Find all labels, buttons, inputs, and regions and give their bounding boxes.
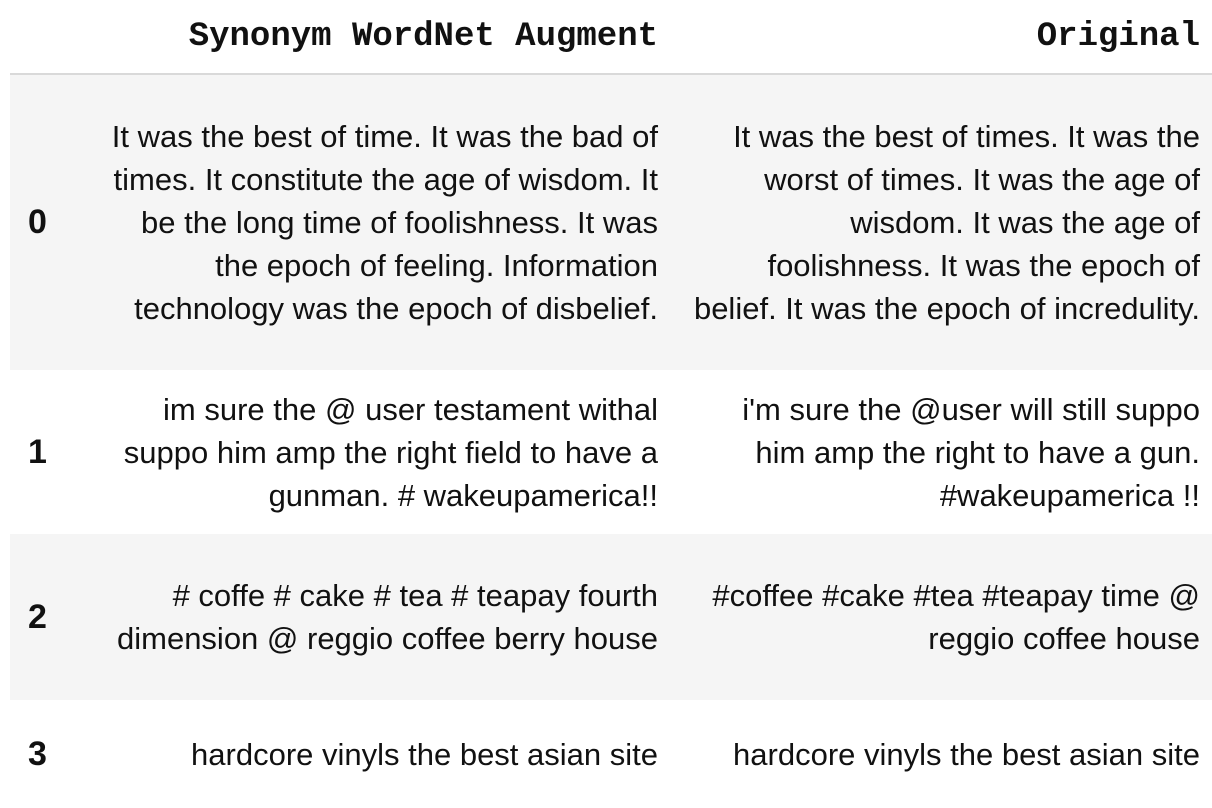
left-margin bbox=[0, 0, 10, 808]
header-row: Synonym WordNet Augment Original bbox=[0, 0, 1212, 75]
table-row: 3 hardcore vinyls the best asian site ha… bbox=[0, 700, 1212, 808]
index-header bbox=[0, 0, 84, 75]
table-row: 1 im sure the @ user testament withal su… bbox=[0, 370, 1212, 534]
augment-cell: im sure the @ user testament withal supp… bbox=[123, 391, 658, 513]
original-cell: i'm sure the @user will still suppo him … bbox=[742, 391, 1200, 513]
original-cell: It was the best of times. It was the wor… bbox=[693, 119, 1200, 326]
augment-cell: # coffe # cake # tea # teapay fourth dim… bbox=[117, 578, 658, 656]
table-header: Synonym WordNet Augment Original bbox=[0, 0, 1212, 75]
original-cell: #coffee #cake #tea #teapay time @ reggio… bbox=[712, 578, 1200, 656]
column-header-original: Original bbox=[670, 0, 1212, 75]
table-row: 2 # coffe # cake # tea # teapay fourth d… bbox=[0, 534, 1212, 700]
row-index: 1 bbox=[28, 432, 47, 471]
dataframe-table: Synonym WordNet Augment Original 0 It wa… bbox=[0, 0, 1212, 808]
row-index: 3 bbox=[28, 734, 47, 773]
augment-cell: It was the best of time. It was the bad … bbox=[111, 119, 658, 326]
dataframe-page: Synonym WordNet Augment Original 0 It wa… bbox=[0, 0, 1212, 808]
original-cell: hardcore vinyls the best asian site bbox=[733, 736, 1200, 772]
row-index: 2 bbox=[28, 597, 47, 636]
table-body: 0 It was the best of time. It was the ba… bbox=[0, 74, 1212, 808]
table-row: 0 It was the best of time. It was the ba… bbox=[0, 74, 1212, 370]
augment-cell: hardcore vinyls the best asian site bbox=[191, 736, 658, 772]
row-index: 0 bbox=[28, 203, 47, 241]
column-header-synonym-augment: Synonym WordNet Augment bbox=[84, 0, 670, 75]
